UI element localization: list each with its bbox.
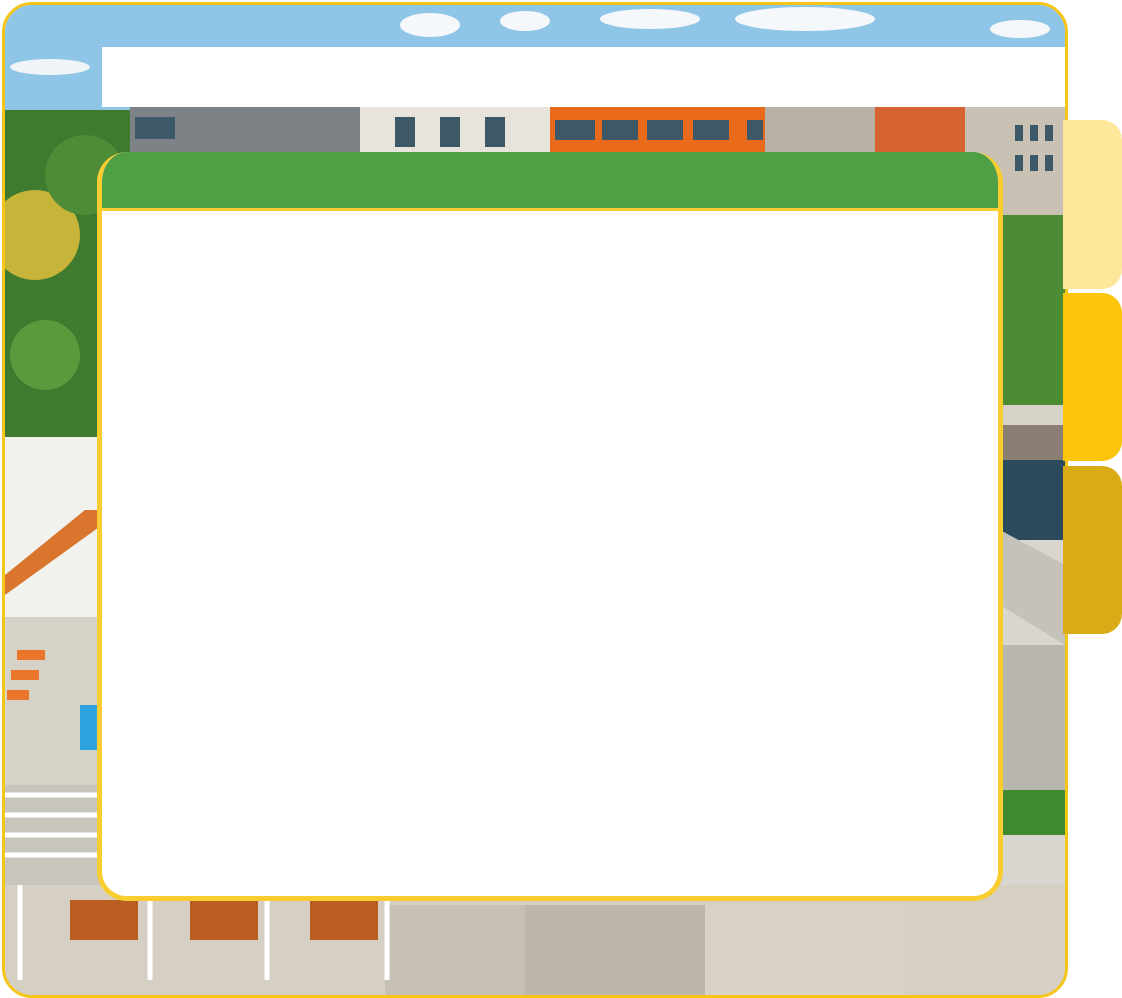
content-panel — [97, 152, 1003, 901]
panel-header — [102, 152, 998, 211]
side-tab-1[interactable] — [1063, 120, 1122, 289]
side-tab-2[interactable] — [1063, 293, 1122, 461]
panel-body — [102, 211, 998, 896]
side-tab-3[interactable] — [1063, 466, 1122, 634]
header-bar — [102, 47, 1065, 107]
